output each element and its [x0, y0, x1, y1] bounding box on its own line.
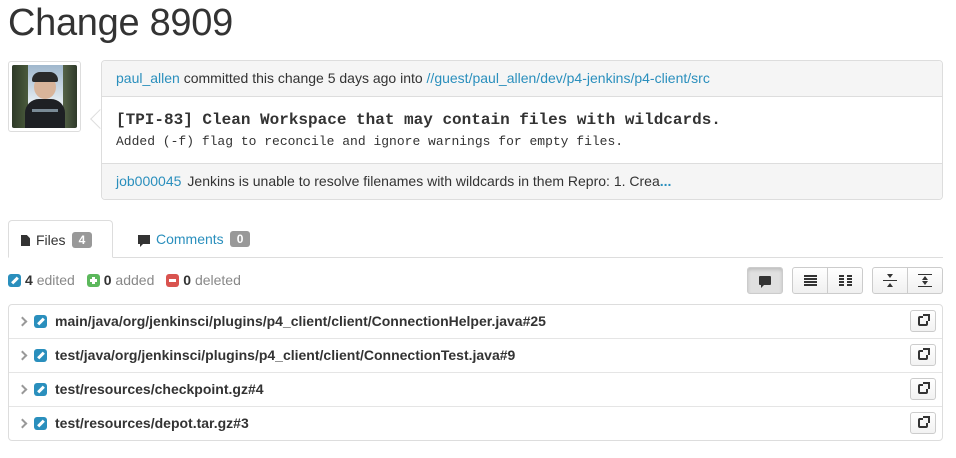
file-row[interactable]: main/java/org/jenkinsci/plugins/p4_clien… — [9, 305, 942, 338]
job-more-link[interactable]: ... — [660, 173, 672, 189]
delete-icon — [166, 274, 180, 287]
stat-added: 0 added — [86, 272, 154, 288]
external-link-icon — [918, 382, 930, 394]
file-path[interactable]: test/java/org/jenkinsci/plugins/p4_clien… — [55, 347, 515, 363]
avatar[interactable] — [8, 61, 81, 132]
file-list: main/java/org/jenkinsci/plugins/p4_clien… — [8, 304, 943, 441]
expand-icon — [918, 274, 932, 287]
add-icon — [86, 274, 100, 287]
file-path[interactable]: main/java/org/jenkinsci/plugins/p4_clien… — [55, 313, 546, 329]
job-footer: job000045 Jenkins is unable to resolve fi… — [102, 163, 942, 199]
chevron-right-icon[interactable] — [17, 384, 28, 395]
commit-subject: [TPI-83] Clean Workspace that may contai… — [116, 111, 721, 129]
open-file-button[interactable] — [910, 378, 936, 400]
edit-icon — [34, 349, 47, 362]
side-by-side-icon — [838, 275, 852, 286]
chevron-right-icon[interactable] — [17, 418, 28, 429]
edit-icon — [34, 383, 47, 396]
stat-edited: 4 edited — [8, 272, 75, 288]
toggle-comments-button[interactable] — [747, 267, 783, 294]
depot-path-link[interactable]: //guest/paul_allen/dev/p4-jenkins/p4-cli… — [427, 70, 710, 86]
chevron-right-icon[interactable] — [17, 350, 28, 361]
file-path[interactable]: test/resources/checkpoint.gz#4 — [55, 381, 264, 397]
commit-description: Added (-f) flag to reconcile and ignore … — [116, 134, 624, 149]
inline-view-icon — [803, 275, 817, 286]
job-description: Jenkins is unable to resolve filenames w… — [187, 173, 660, 189]
external-link-icon — [918, 348, 930, 360]
author-link[interactable]: paul_allen — [116, 70, 180, 86]
file-path[interactable]: test/resources/depot.tar.gz#3 — [55, 415, 249, 431]
collapse-all-button[interactable] — [872, 267, 908, 294]
expand-all-button[interactable] — [907, 267, 943, 294]
tab-files-label: Files — [36, 232, 66, 248]
file-icon — [21, 235, 30, 246]
comments-count-badge: 0 — [229, 231, 251, 247]
file-row[interactable]: test/resources/depot.tar.gz#3 — [9, 406, 942, 440]
commit-meta-text: committed this change 5 days ago into — [183, 70, 423, 86]
avatar-image — [12, 65, 77, 128]
change-stats: 4 edited 0 added 0 deleted — [8, 272, 249, 288]
tab-comments-label: Comments — [156, 231, 224, 247]
edit-icon — [34, 417, 47, 430]
edit-icon — [34, 315, 47, 328]
commit-panel: paul_allen committed this change 5 days … — [101, 60, 943, 200]
files-count-badge: 4 — [71, 232, 93, 248]
commit-header: paul_allen committed this change 5 days … — [102, 61, 942, 97]
stat-deleted: 0 deleted — [166, 272, 241, 288]
commit-message: [TPI-83] Clean Workspace that may contai… — [102, 97, 942, 163]
comment-bubble-icon — [759, 276, 771, 288]
external-link-icon — [918, 416, 930, 428]
job-link[interactable]: job000045 — [116, 173, 181, 189]
open-file-button[interactable] — [910, 310, 936, 332]
open-file-button[interactable] — [910, 412, 936, 434]
chevron-right-icon[interactable] — [17, 316, 28, 327]
file-row[interactable]: test/java/org/jenkinsci/plugins/p4_clien… — [9, 338, 942, 372]
inline-diff-button[interactable] — [792, 267, 828, 294]
tab-bar: Files 4 Comments 0 — [8, 220, 943, 258]
edit-icon — [8, 274, 21, 287]
tab-comments[interactable]: Comments 0 — [126, 220, 262, 258]
tab-files[interactable]: Files 4 — [8, 220, 113, 258]
page-title: Change 8909 — [8, 2, 233, 44]
collapse-icon — [883, 274, 897, 287]
external-link-icon — [918, 314, 930, 326]
file-row[interactable]: test/resources/checkpoint.gz#4 — [9, 372, 942, 406]
comment-icon — [138, 235, 150, 247]
open-file-button[interactable] — [910, 344, 936, 366]
side-by-side-diff-button[interactable] — [827, 267, 863, 294]
